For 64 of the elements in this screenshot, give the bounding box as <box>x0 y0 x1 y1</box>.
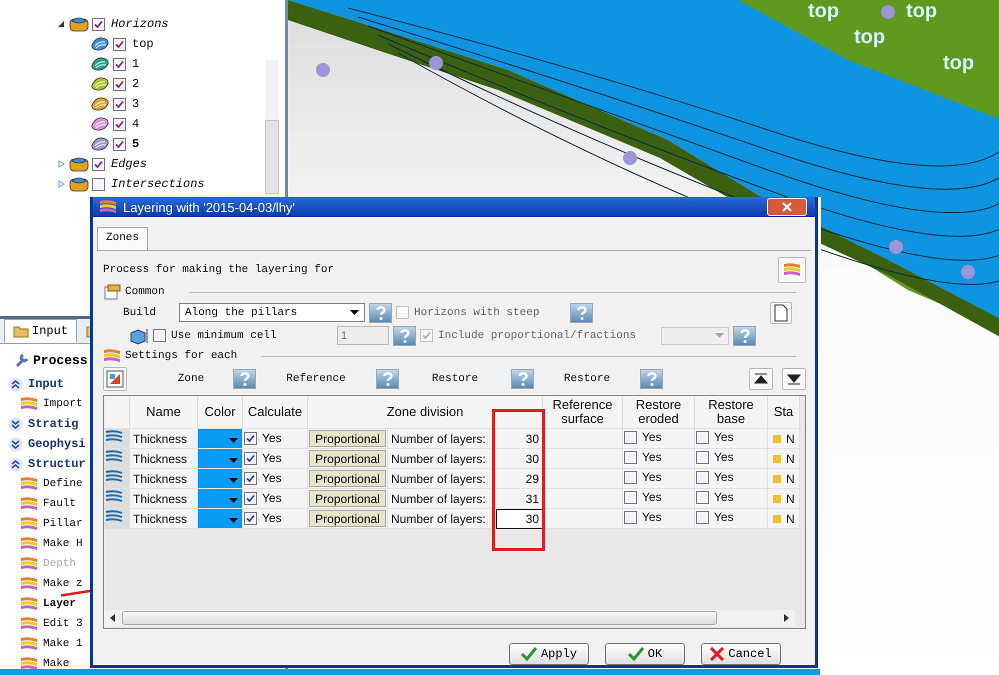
checkbox-label: Use minimum cell <box>171 330 277 342</box>
checkbox-label: Yes <box>714 430 734 444</box>
table-cell: N <box>786 492 795 506</box>
column-header: Name <box>130 396 198 428</box>
table-cell: Number of layers: <box>388 488 496 508</box>
checkbox-label: Yes <box>642 470 662 484</box>
checkbox-label: Yes <box>714 450 734 464</box>
column-header: Sta <box>768 396 800 428</box>
checkbox-label: Yes <box>642 450 662 464</box>
tree-label: 2 <box>132 77 140 91</box>
checkbox-label: Yes <box>714 470 734 484</box>
build-label: Build <box>122 306 158 318</box>
column-header: Calculate <box>242 396 308 428</box>
column-option-label: Restore <box>430 373 480 385</box>
column-header: Color <box>198 396 242 428</box>
tree-label: Horizons <box>111 17 169 31</box>
checkbox-label: Yes <box>262 451 282 466</box>
panel-title: Process <box>33 352 88 368</box>
table-cell: N <box>786 512 795 526</box>
checkbox-label: Yes <box>262 431 282 446</box>
checkbox-label: Horizons with steep <box>414 306 540 318</box>
table-cell: Thickness <box>130 448 198 468</box>
table-cell: Thickness <box>130 488 198 508</box>
tree-label: 3 <box>132 97 140 111</box>
intro-text: Process for making the layering for <box>103 264 334 276</box>
table-cell: N <box>786 472 795 486</box>
checkbox-label: Yes <box>642 430 662 444</box>
tree-label: top <box>132 37 154 51</box>
checkbox-label: Yes <box>714 510 734 524</box>
table-cell: Thickness <box>130 508 198 528</box>
checkbox-label: Yes <box>262 491 282 506</box>
tree-label: Intersections <box>111 177 205 191</box>
checkbox-label: Yes <box>262 471 282 486</box>
table-cell: Number of layers: <box>388 448 496 468</box>
tree-label: 5 <box>132 137 140 151</box>
table-cell: Thickness <box>130 428 198 448</box>
horizon-label: top <box>808 0 840 23</box>
column-header: Zone division <box>308 396 543 428</box>
column-option-label: Restore <box>562 373 612 385</box>
column-option-label: Zone <box>176 373 206 385</box>
column-header: Restore eroded <box>622 396 695 428</box>
tree-label: Edges <box>111 157 148 171</box>
checkbox-label: Yes <box>642 510 662 524</box>
table-cell: Thickness <box>130 468 198 488</box>
horizon-label: top <box>943 52 974 75</box>
tree-label: 1 <box>132 57 140 71</box>
horizon-label: top <box>906 0 938 23</box>
column-header: Reference surface <box>542 396 623 428</box>
table-cell: Number of layers: <box>388 508 496 528</box>
tree-label: 4 <box>132 117 140 131</box>
checkbox-label: Include proportional/fractions <box>438 330 636 342</box>
table-cell: N <box>786 432 795 446</box>
column-header: Restore base <box>694 396 768 428</box>
checkbox-label: Yes <box>262 511 282 526</box>
horizon-label: top <box>854 26 886 49</box>
section-heading: Common <box>125 286 165 298</box>
table-cell: N <box>786 452 795 466</box>
checkbox-label: Yes <box>714 490 734 504</box>
checkbox-label: Yes <box>642 490 662 504</box>
window-title: Layering with '2015-04-03/lhy' <box>123 200 296 214</box>
table-cell: Number of layers: <box>388 468 496 488</box>
table-cell: Number of layers: <box>388 428 496 448</box>
section-heading: Settings for each <box>125 350 238 362</box>
column-option-label: Reference <box>285 373 347 385</box>
